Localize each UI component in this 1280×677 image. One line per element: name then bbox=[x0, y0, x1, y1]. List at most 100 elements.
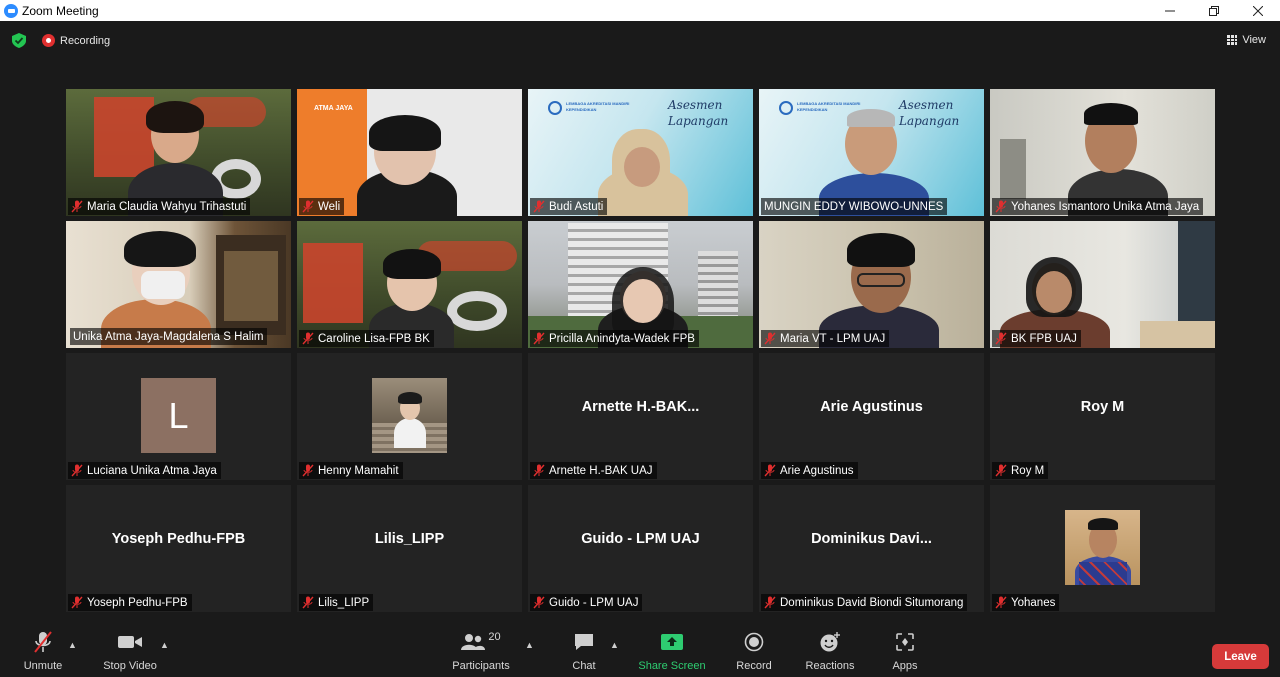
participants-button[interactable]: 20 Participants bbox=[450, 627, 512, 677]
participant-display-name: Lilis_LIPP bbox=[374, 530, 445, 547]
participant-tile[interactable]: Maria Claudia Wahyu Trihastuti bbox=[66, 89, 291, 216]
participant-tile[interactable]: Guido - LPM UAJ Guido - LPM UAJ bbox=[528, 485, 753, 612]
mic-muted-icon bbox=[71, 596, 83, 609]
apps-button[interactable]: Apps bbox=[887, 627, 923, 677]
participant-video: ATMA JAYA bbox=[297, 89, 522, 216]
reactions-label: Reactions bbox=[805, 660, 855, 672]
mic-muted-icon bbox=[995, 464, 1007, 477]
participant-name: Yoseph Pedhu-FPB bbox=[87, 596, 188, 609]
participant-name-tag: Yohanes bbox=[992, 594, 1060, 611]
video-gallery: Maria Claudia Wahyu Trihastuti ATMA JAYA… bbox=[66, 89, 1215, 612]
mic-muted-icon bbox=[302, 596, 314, 609]
window-title: Zoom Meeting bbox=[22, 3, 99, 18]
chat-options-chevron-up-icon[interactable]: ▲ bbox=[610, 640, 619, 650]
mic-muted-icon bbox=[533, 332, 545, 345]
avatar: L bbox=[141, 378, 216, 453]
participants-options-chevron-up-icon[interactable]: ▲ bbox=[525, 640, 534, 650]
zoom-logo-icon bbox=[4, 3, 18, 18]
participant-tile[interactable]: Arnette H.-BAK... Arnette H.-BAK UAJ bbox=[528, 353, 753, 480]
participant-tile[interactable]: LEMBAGA AKREDITASI MANDIRI KEPENDIDIKAN … bbox=[528, 89, 753, 216]
participant-tile[interactable]: Roy M Roy M bbox=[990, 353, 1215, 480]
participant-name: Guido - LPM UAJ bbox=[549, 596, 639, 609]
participant-name-tag: Unika Atma Jaya-Magdalena S Halim bbox=[70, 328, 268, 345]
virtual-background-script: Asesmen Lapangan bbox=[899, 98, 960, 128]
record-button[interactable]: Record bbox=[734, 627, 774, 677]
participant-tile[interactable]: Pricilla Anindyta-Wadek FPB bbox=[528, 221, 753, 348]
participant-display-name: Yoseph Pedhu-FPB bbox=[111, 530, 246, 547]
participant-tile[interactable]: Yohanes Ismantoro Unika Atma Jaya bbox=[990, 89, 1215, 216]
participant-name: Yohanes bbox=[1011, 596, 1056, 609]
mic-muted-icon bbox=[764, 332, 776, 345]
participant-display-name: Arnette H.-BAK... bbox=[581, 398, 700, 415]
audio-options-chevron-up-icon[interactable]: ▲ bbox=[68, 640, 77, 650]
chat-button[interactable]: Chat bbox=[566, 627, 602, 677]
participant-video bbox=[990, 221, 1215, 348]
participant-tile[interactable]: ATMA JAYA Weli bbox=[297, 89, 522, 216]
restore-button[interactable] bbox=[1192, 0, 1236, 21]
window-titlebar: Zoom Meeting bbox=[0, 0, 1280, 21]
reactions-button[interactable]: Reactions bbox=[804, 627, 856, 677]
recording-indicator[interactable]: Recording bbox=[42, 34, 110, 47]
view-label: View bbox=[1242, 34, 1266, 46]
participant-tile[interactable]: Henny Mamahit bbox=[297, 353, 522, 480]
apps-icon bbox=[896, 633, 914, 651]
participant-display-name: Roy M bbox=[1080, 398, 1125, 415]
participant-name: BK FPB UAJ bbox=[1011, 332, 1077, 345]
participant-name: Maria VT - LPM UAJ bbox=[780, 332, 886, 345]
participant-tile[interactable]: Arie Agustinus Arie Agustinus bbox=[759, 353, 984, 480]
virtual-background-script: Asesmen Lapangan bbox=[668, 98, 729, 128]
mic-muted-icon bbox=[533, 596, 545, 609]
minimize-button[interactable] bbox=[1148, 0, 1192, 21]
participant-name: Maria Claudia Wahyu Trihastuti bbox=[87, 200, 247, 213]
participants-count: 20 bbox=[488, 631, 501, 643]
grid-view-icon bbox=[1227, 35, 1238, 45]
participant-name-tag: Weli bbox=[299, 198, 345, 215]
participant-name: Weli bbox=[318, 200, 341, 213]
participant-name-tag: Arnette H.-BAK UAJ bbox=[530, 462, 657, 479]
encryption-shield-icon[interactable] bbox=[12, 33, 26, 48]
share-screen-button[interactable]: Share Screen bbox=[637, 627, 707, 677]
window-controls bbox=[1148, 0, 1280, 21]
participant-name-tag: Maria Claudia Wahyu Trihastuti bbox=[68, 198, 251, 215]
unmute-button[interactable]: Unmute bbox=[20, 627, 66, 677]
close-icon bbox=[1253, 5, 1263, 16]
participant-video bbox=[297, 221, 522, 348]
restore-icon bbox=[1209, 5, 1219, 16]
participant-video: LEMBAGA AKREDITASI MANDIRI KEPENDIDIKAN … bbox=[759, 89, 984, 216]
meeting-status-bar: Recording View bbox=[0, 21, 1280, 61]
participants-icon bbox=[461, 634, 486, 650]
mic-muted-icon bbox=[302, 200, 314, 213]
participant-tile[interactable]: Caroline Lisa-FPB BK bbox=[297, 221, 522, 348]
participant-tile[interactable]: L Luciana Unika Atma Jaya bbox=[66, 353, 291, 480]
participant-video bbox=[66, 89, 291, 216]
video-options-chevron-up-icon[interactable]: ▲ bbox=[160, 640, 169, 650]
stop-video-button[interactable]: Stop Video bbox=[100, 627, 160, 677]
participant-tile[interactable]: BK FPB UAJ bbox=[990, 221, 1215, 348]
participant-tile[interactable]: Lilis_LIPP Lilis_LIPP bbox=[297, 485, 522, 612]
mic-muted-icon bbox=[995, 332, 1007, 345]
participant-name: Budi Astuti bbox=[549, 200, 604, 213]
participant-tile[interactable]: Yoseph Pedhu-FPB Yoseph Pedhu-FPB bbox=[66, 485, 291, 612]
record-label: Record bbox=[736, 660, 772, 672]
stop-video-label: Stop Video bbox=[103, 660, 157, 672]
participant-tile[interactable]: LEMBAGA AKREDITASI MANDIRI KEPENDIDIKAN … bbox=[759, 89, 984, 216]
participant-name-tag: Yoseph Pedhu-FPB bbox=[68, 594, 192, 611]
participant-name-tag: Guido - LPM UAJ bbox=[530, 594, 643, 611]
participant-tile[interactable]: Dominikus Davi... Dominikus David Biondi… bbox=[759, 485, 984, 612]
participant-tile-active-speaker[interactable]: Unika Atma Jaya-Magdalena S Halim bbox=[66, 221, 291, 348]
mic-muted-icon bbox=[302, 464, 314, 477]
view-button[interactable]: View bbox=[1227, 34, 1266, 46]
mic-muted-icon bbox=[764, 596, 776, 609]
close-button[interactable] bbox=[1236, 0, 1280, 21]
participant-tile[interactable]: Yohanes bbox=[990, 485, 1215, 612]
participant-name-tag: Dominikus David Biondi Situmorang bbox=[761, 594, 968, 611]
mic-muted-icon bbox=[71, 200, 83, 213]
leave-button[interactable]: Leave bbox=[1212, 644, 1269, 669]
participant-name: Dominikus David Biondi Situmorang bbox=[780, 596, 964, 609]
mic-muted-icon bbox=[533, 464, 545, 477]
participant-tile[interactable]: Maria VT - LPM UAJ bbox=[759, 221, 984, 348]
minimize-icon bbox=[1165, 10, 1175, 11]
video-camera-icon bbox=[118, 636, 142, 648]
participant-name: MUNGIN EDDY WIBOWO-UNNES bbox=[764, 200, 944, 213]
participant-name: Henny Mamahit bbox=[318, 464, 399, 477]
